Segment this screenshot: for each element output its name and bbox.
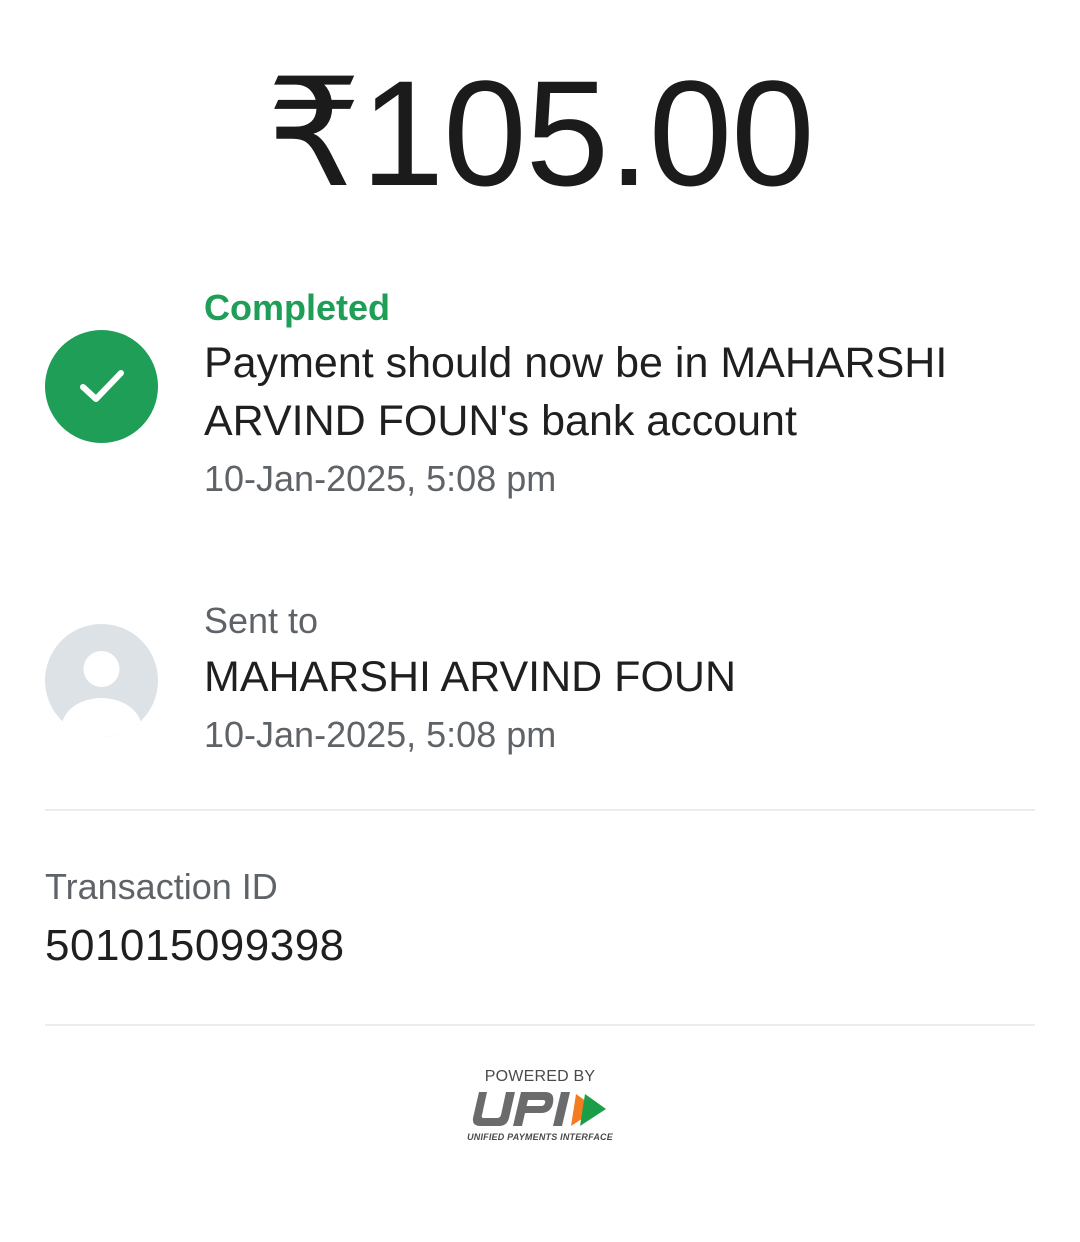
recipient-avatar (45, 624, 158, 737)
divider (45, 1024, 1035, 1026)
check-icon (80, 370, 124, 402)
transaction-id-block[interactable]: Transaction ID 501015099398 (45, 864, 345, 976)
upi-subtitle: UNIFIED PAYMENTS INTERFACE (467, 1132, 613, 1142)
recipient-name: MAHARSHI ARVIND FOUN (204, 653, 736, 701)
recipient-details: Sent to MAHARSHI ARVIND FOUN 10-Jan-2025… (204, 598, 1035, 764)
powered-by-label: POWERED BY (484, 1068, 596, 1085)
transaction-id-label: Transaction ID (45, 866, 278, 907)
status-label: Completed (204, 287, 391, 328)
upi-branding: POWERED BY UNIFIED PAYMENTS INTERFACE (0, 1068, 1080, 1142)
status-row: Completed Payment should now be in MAHAR… (45, 280, 1035, 510)
payment-amount: ₹105.00 (266, 49, 814, 217)
transaction-id-value: 501015099398 (45, 921, 345, 970)
person-icon (61, 651, 142, 737)
upi-logo (472, 1092, 606, 1126)
recipient-timestamp: 10-Jan-2025, 5:08 pm (204, 714, 557, 755)
status-timestamp: 10-Jan-2025, 5:08 pm (204, 458, 557, 499)
status-success-badge (45, 330, 158, 443)
recipient-row[interactable]: Sent to MAHARSHI ARVIND FOUN 10-Jan-2025… (45, 572, 1035, 772)
recipient-label: Sent to (204, 600, 319, 641)
status-details: Completed Payment should now be in MAHAR… (204, 286, 1035, 508)
status-message: Payment should now be in MAHARSHI ARVIND… (204, 339, 948, 445)
divider (45, 809, 1035, 811)
